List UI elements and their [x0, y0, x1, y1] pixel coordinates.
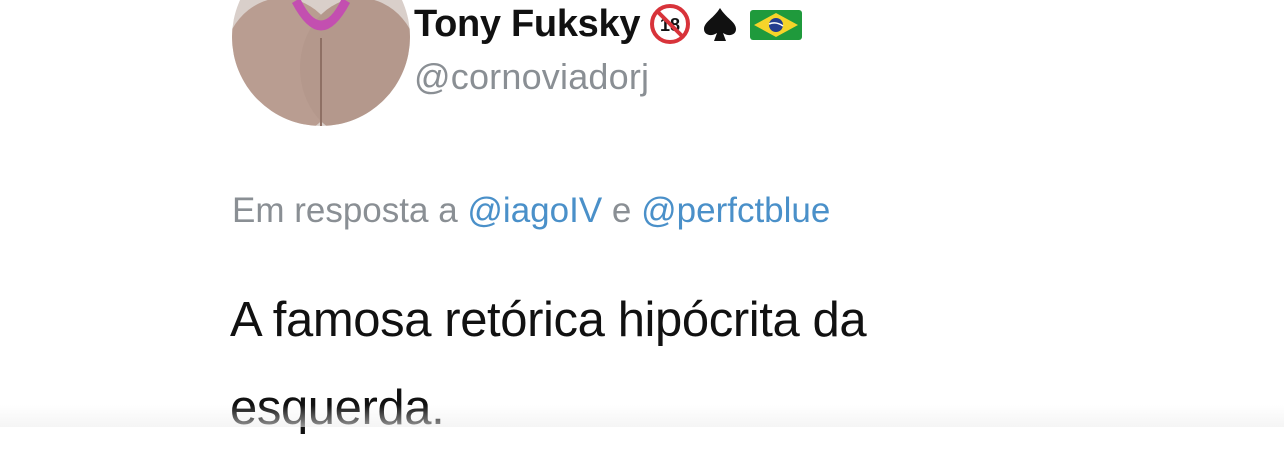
tweet-card: Tony Fuksky 18 @cornoviadorj Em resposta…	[0, 0, 1284, 435]
reply-joiner: e	[611, 191, 632, 230]
reply-mention-iagoiv[interactable]: @iagoIV	[467, 191, 602, 230]
reply-prefix: Em resposta a	[232, 191, 458, 230]
no-under-18-icon: 18	[650, 4, 691, 44]
avatar[interactable]	[232, 0, 410, 126]
user-handle[interactable]: @cornoviadorj	[414, 56, 649, 98]
spade-icon	[704, 8, 737, 41]
avatar-image	[232, 0, 410, 126]
reply-mention-perfctblue[interactable]: @perfctblue	[641, 191, 830, 230]
tweet-text-line: A famosa retórica hipócrita da	[230, 293, 867, 347]
reply-context: Em resposta a @iagoIV e @perfctblue	[232, 191, 830, 231]
card-bottom-edge	[0, 405, 1284, 427]
display-name[interactable]: Tony Fuksky	[414, 3, 640, 46]
display-name-row: Tony Fuksky 18	[414, 2, 803, 46]
brazil-flag-icon	[750, 10, 803, 40]
